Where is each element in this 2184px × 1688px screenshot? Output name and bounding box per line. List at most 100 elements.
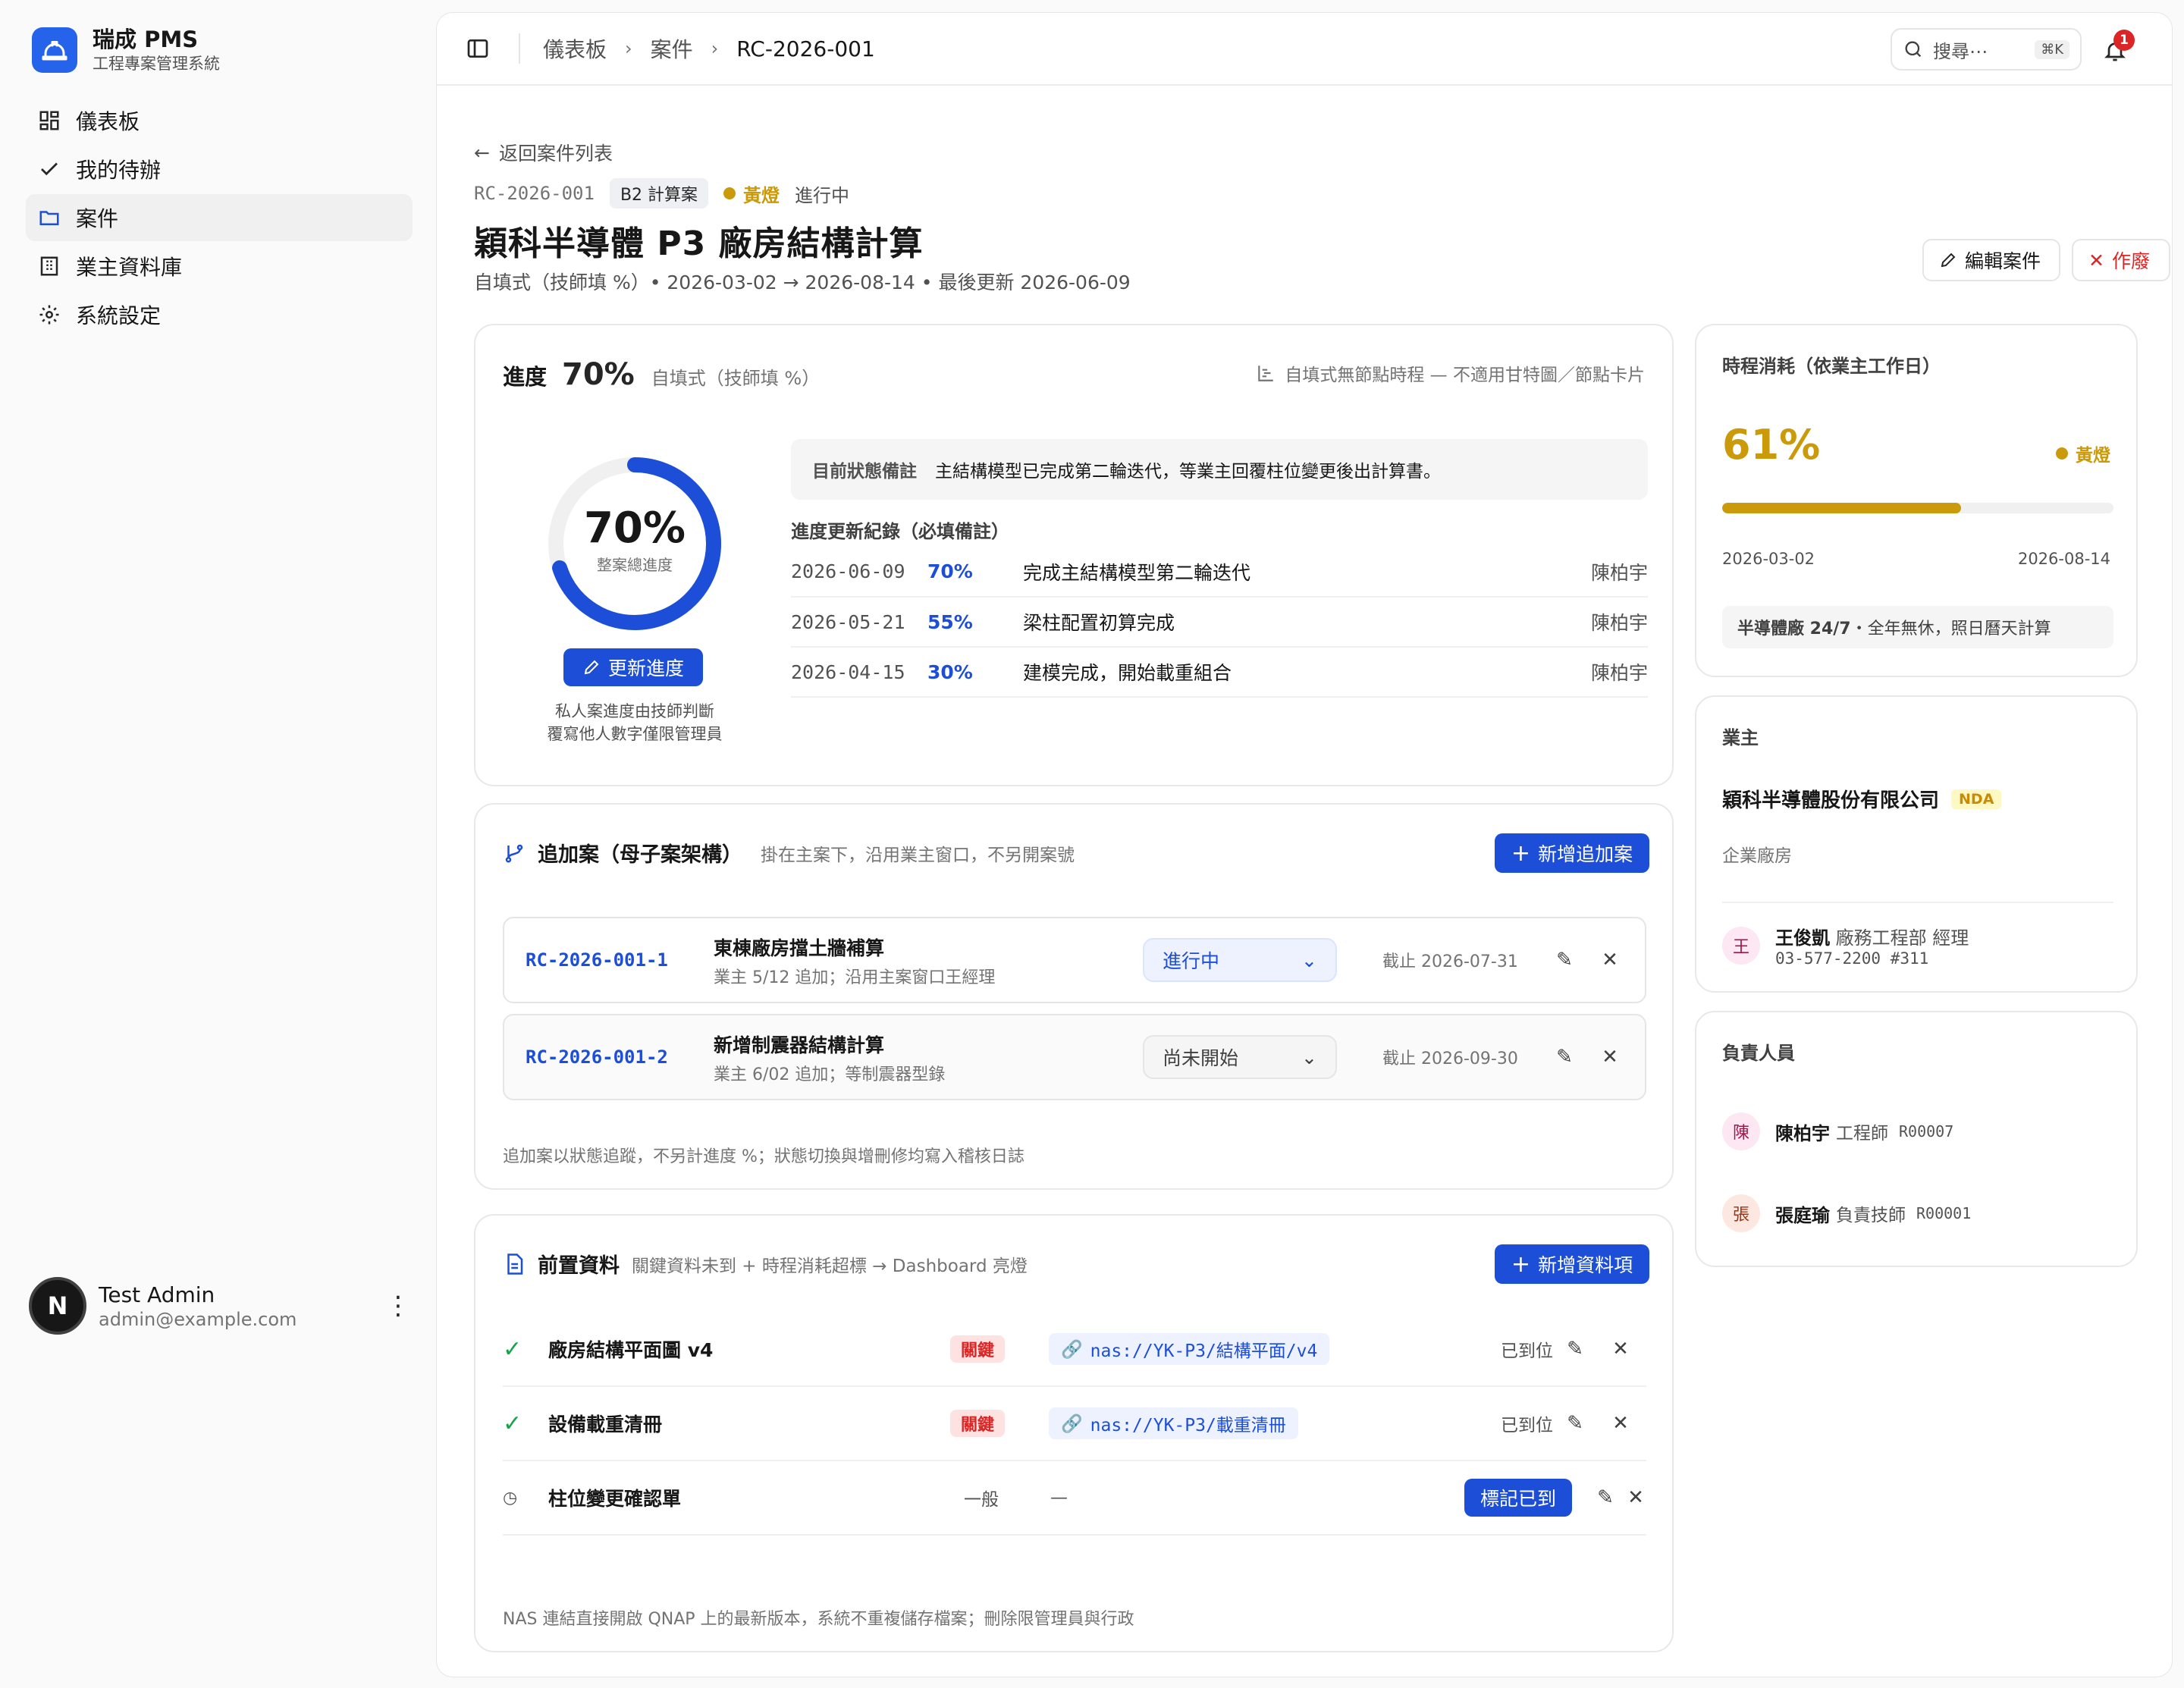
breadcrumb-current: RC-2026-001: [736, 36, 875, 61]
back-link-label: 返回案件列表: [498, 143, 613, 165]
subcase-id[interactable]: RC-2026-001-1: [526, 949, 668, 971]
prereq-link-empty: —: [1050, 1488, 1068, 1508]
update-progress-label: 更新進度: [607, 657, 684, 679]
gantt-icon: [1258, 366, 1274, 381]
edit-subcase-button[interactable]: ✎: [1549, 1042, 1580, 1072]
app-title: 瑞成 PMS: [93, 27, 199, 52]
light-dot: [2056, 447, 2068, 460]
delete-subcase-button[interactable]: ✕: [1595, 945, 1625, 975]
sidebar-item-dashboard[interactable]: 儀表板: [26, 97, 413, 144]
staff-role: 工程師: [1836, 1124, 1888, 1144]
search-button[interactable]: 搜尋⋯ ⌘K: [1891, 28, 2082, 71]
sidebar-item-owners[interactable]: 業主資料庫: [26, 243, 413, 290]
subcase-status-select[interactable]: 進行中 ⌄: [1143, 938, 1337, 982]
chevron-right-icon: ›: [625, 38, 632, 59]
user-menu[interactable]: N Test Admin admin@example.com ⋮: [29, 1277, 411, 1335]
subcase-row[interactable]: RC-2026-001-1 東棟廠房擋土牆補算 業主 5/12 追加；沿用主案窗…: [503, 917, 1646, 1003]
subcase-row[interactable]: RC-2026-001-2 新增制震器結構計算 業主 6/02 追加；等制震器型…: [503, 1014, 1646, 1100]
breadcrumb-cases[interactable]: 案件: [651, 33, 693, 64]
delete-prereq-button[interactable]: ✕: [1605, 1408, 1636, 1439]
back-link[interactable]: ← 返回案件列表: [474, 139, 613, 166]
breadcrumb-dashboard[interactable]: 儀表板: [543, 33, 607, 64]
owner-company[interactable]: 穎科半導體股份有限公司: [1722, 785, 1939, 813]
case-status: 進行中: [795, 184, 850, 206]
sidebar-item-cases[interactable]: 案件: [26, 194, 413, 241]
folder-icon: [36, 205, 62, 231]
delete-subcase-button[interactable]: ✕: [1595, 1042, 1625, 1072]
log-pct: 70%: [927, 547, 1023, 598]
page-title: 穎科半導體 P3 廠房結構計算: [474, 224, 924, 263]
close-icon: ✕: [2088, 249, 2104, 271]
edit-case-button[interactable]: 編輯案件: [1922, 239, 2060, 281]
add-subcase-label: 新增追加案: [1538, 843, 1633, 865]
search-placeholder: 搜尋⋯: [1933, 40, 1988, 62]
subcases-hint: 掛在主案下，沿用業主窗口，不另開案號: [761, 845, 1075, 865]
delete-prereq-button[interactable]: ✕: [1621, 1482, 1651, 1513]
link-icon: 🔗: [1061, 1339, 1083, 1360]
prereq-state: 已到位: [1501, 1341, 1553, 1361]
void-case-button[interactable]: ✕ 作廢: [2072, 239, 2170, 281]
subcase-status-select[interactable]: 尚未開始 ⌄: [1143, 1035, 1337, 1079]
light-dot: [723, 187, 736, 199]
edit-prereq-button[interactable]: ✎: [1560, 1334, 1590, 1364]
notifications-button[interactable]: 1: [2094, 30, 2136, 72]
pencil-icon: ✎: [1567, 1338, 1583, 1360]
log-date: 2026-06-09: [791, 547, 927, 598]
nda-badge: NDA: [1951, 789, 2002, 809]
schedule-value: 61%: [1722, 421, 1821, 469]
schedule-bar: [1722, 503, 2113, 513]
staff-person: 張 張庭瑜 負責技師 R00001: [1722, 1194, 1971, 1232]
contact-name: 王俊凱: [1775, 927, 1830, 949]
nas-link[interactable]: 🔗 nas://YK-P3/結構平面/v4: [1049, 1333, 1330, 1365]
staff-person: 陳 陳柏宇 工程師 R00007: [1722, 1112, 1953, 1150]
nas-link-text: nas://YK-P3/載重清冊: [1090, 1416, 1286, 1435]
clock-icon: ◷: [503, 1488, 518, 1508]
staff-title: 負責人員: [1722, 1043, 1795, 1064]
pencil-icon: [1941, 253, 1956, 268]
staff-code: R00007: [1899, 1122, 1954, 1140]
progress-hint-2: 覆寫他人數字僅限管理員: [547, 725, 723, 743]
case-meta: RC-2026-001 B2 計算案 黃燈 進行中: [474, 178, 849, 209]
subcase-note: 業主 6/02 追加；等制震器型錄: [714, 1065, 946, 1084]
sidebar-item-settings[interactable]: 系統設定: [26, 291, 413, 338]
check-icon: [36, 156, 62, 182]
user-email: admin@example.com: [99, 1309, 297, 1330]
search-shortcut: ⌘K: [2035, 39, 2069, 59]
chevron-down-icon: ⌄: [1301, 1046, 1317, 1068]
sidebar-toggle-button[interactable]: [460, 30, 496, 67]
log-date: 2026-05-21: [791, 597, 927, 648]
check-icon: ✓: [503, 1410, 522, 1437]
delete-prereq-button[interactable]: ✕: [1605, 1334, 1636, 1364]
brand[interactable]: 瑞成 PMS 工程專案管理系統: [32, 26, 220, 74]
log-by: 陳柏宇: [1523, 647, 1648, 698]
staff-name: 陳柏宇: [1775, 1122, 1830, 1144]
schedule-end: 2026-08-14: [2017, 550, 2110, 568]
log-pct: 55%: [927, 597, 1023, 648]
log-by: 陳柏宇: [1523, 597, 1648, 648]
edit-prereq-button[interactable]: ✎: [1590, 1482, 1621, 1513]
add-prereq-button[interactable]: + 新增資料項: [1495, 1244, 1649, 1284]
arrow-left-icon: ←: [474, 141, 490, 164]
subcase-name: 東棟廠房擋土牆補算: [714, 937, 885, 959]
add-subcase-button[interactable]: + 新增追加案: [1495, 833, 1649, 873]
pencil-icon: ✎: [1556, 1046, 1573, 1068]
edit-prereq-button[interactable]: ✎: [1560, 1408, 1590, 1439]
avatar: N: [29, 1277, 86, 1335]
avatar: 陳: [1722, 1112, 1760, 1150]
subcase-id[interactable]: RC-2026-001-2: [526, 1046, 668, 1068]
remark-label: 目前狀態備註: [812, 462, 917, 482]
prereq-level-badge: 關鍵: [950, 1335, 1006, 1363]
more-vertical-icon[interactable]: ⋮: [385, 1291, 411, 1321]
plus-icon: +: [1511, 1250, 1531, 1278]
sidebar-item-todo[interactable]: 我的待辦: [26, 146, 413, 193]
mark-arrived-button[interactable]: 標記已到: [1464, 1479, 1572, 1517]
gear-icon: [36, 302, 62, 328]
owner-contact: 王 王俊凱 廠務工程部 經理 03-577-2200 #311: [1722, 923, 1969, 968]
schedule-bar-fill: [1722, 503, 1961, 513]
update-progress-button[interactable]: 更新進度: [563, 648, 703, 686]
plus-icon: +: [1511, 839, 1531, 867]
staff-name: 張庭瑜: [1775, 1204, 1830, 1226]
nas-link[interactable]: 🔗 nas://YK-P3/載重清冊: [1049, 1407, 1298, 1439]
edit-subcase-button[interactable]: ✎: [1549, 945, 1580, 975]
schedule-card: 時程消耗（依業主工作日） 61% 黃燈 2026-03-02 2026-08-1…: [1695, 324, 2138, 677]
